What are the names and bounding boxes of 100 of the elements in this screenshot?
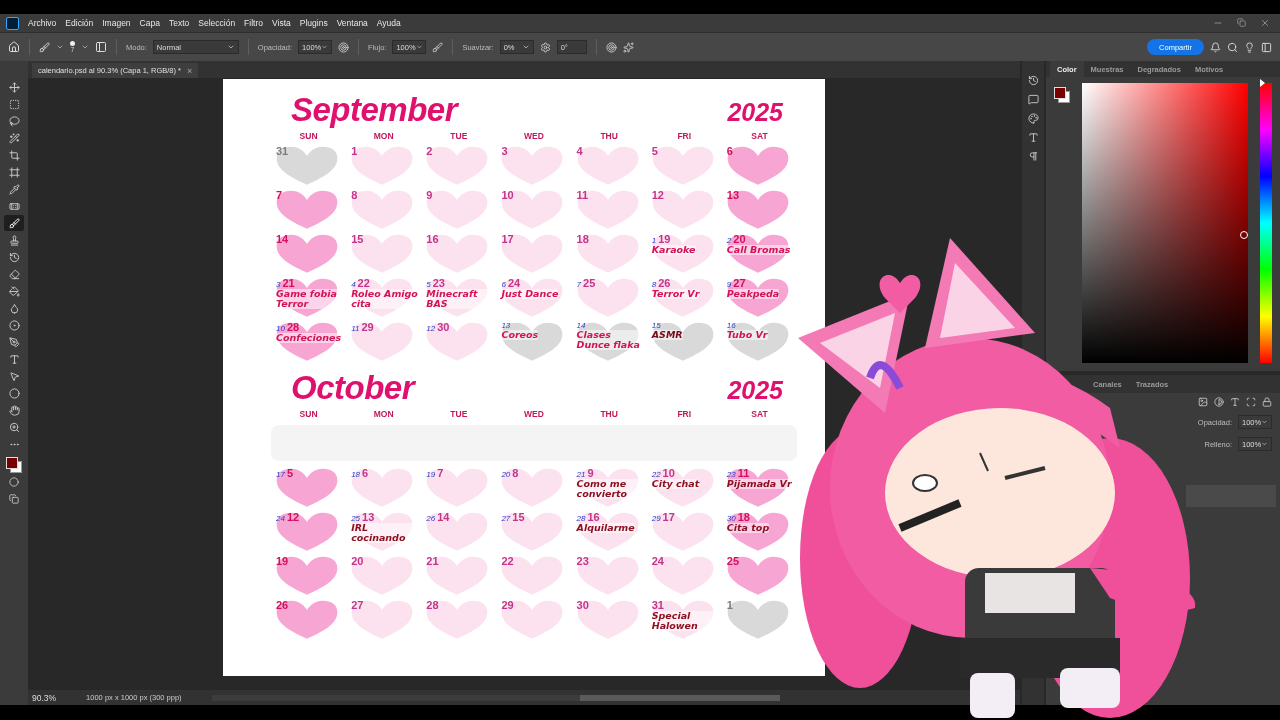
- handwritten-number: 1: [651, 236, 657, 245]
- day-number: 11: [576, 189, 589, 201]
- day-number: 27: [351, 599, 364, 611]
- handwritten-number: 4: [351, 280, 356, 289]
- day-number: 8: [512, 467, 519, 479]
- day-number: 23: [576, 555, 589, 567]
- menu-item[interactable]: Selección: [198, 18, 236, 28]
- weekday-label: SAT: [750, 130, 769, 143]
- type-icon: [8, 353, 20, 365]
- home-icon[interactable]: [8, 41, 20, 53]
- day-number: 19: [658, 233, 671, 245]
- handwritten-number: 29: [651, 514, 661, 523]
- weekday-label: THU: [599, 130, 619, 143]
- handwritten-number: 10: [276, 324, 285, 333]
- handwritten-note: Confeciones: [276, 333, 342, 343]
- handwritten-number: 21: [576, 470, 586, 479]
- handwritten-number: 9: [726, 280, 732, 289]
- shape-filter-icon[interactable]: [1246, 397, 1256, 407]
- handwritten-number: 25: [351, 514, 361, 523]
- day-number: 17: [501, 233, 514, 245]
- handwritten-note: Pijamada Vr: [726, 479, 792, 489]
- heart-drawing: [274, 322, 340, 362]
- handwritten-number: 26: [426, 514, 436, 523]
- brush-tool-button[interactable]: [4, 215, 24, 231]
- adjustment-filter-icon[interactable]: [1214, 397, 1224, 407]
- menu-item[interactable]: Imagen: [102, 18, 131, 28]
- handwritten-number: 8: [651, 280, 657, 289]
- frame-icon: [8, 166, 20, 178]
- close-icon[interactable]: [1260, 18, 1270, 28]
- search-icon[interactable]: [1227, 41, 1238, 53]
- paragraph-panel-icon[interactable]: [1027, 151, 1039, 162]
- day-number: 15: [351, 233, 364, 245]
- handwritten-number: 15: [651, 321, 661, 330]
- swatch-panel-icon[interactable]: [1027, 113, 1039, 124]
- month-title: September: [291, 91, 458, 129]
- bandage-icon: [8, 200, 20, 212]
- handwritten-number: 30: [726, 514, 736, 523]
- hand-icon: [8, 404, 20, 416]
- stacked-squares-icon: [9, 494, 19, 504]
- color-picker-field[interactable]: [1082, 83, 1248, 363]
- handwritten-number: 12: [426, 324, 436, 333]
- day-number: 7: [437, 467, 444, 479]
- handwritten-number: 19: [426, 470, 436, 479]
- handwritten-number: 6: [501, 280, 506, 289]
- day-number: 29: [361, 321, 374, 333]
- chevron-down-icon[interactable]: [56, 43, 64, 51]
- chevron-down-icon[interactable]: [81, 43, 89, 51]
- day-number: 28: [426, 599, 439, 611]
- menu-item[interactable]: Archivo: [28, 18, 57, 28]
- brush-icon[interactable]: [39, 41, 50, 53]
- notifications-icon[interactable]: [1210, 41, 1221, 53]
- day-number: 30: [576, 599, 589, 611]
- day-number: 28: [286, 321, 300, 333]
- airbrush-icon[interactable]: [432, 41, 444, 53]
- day-number: 24: [651, 555, 664, 567]
- lasso-icon: [8, 115, 20, 127]
- day-number: 31: [651, 599, 664, 611]
- menu-item[interactable]: Plugins: [299, 18, 328, 28]
- zoom-level: 90.3%: [32, 692, 57, 703]
- day-number: 8: [351, 189, 358, 201]
- menu-item[interactable]: Capa: [139, 18, 160, 28]
- chevron-down-icon: [415, 43, 423, 51]
- color-swatches[interactable]: [1054, 87, 1070, 103]
- history-panel-icon[interactable]: [1027, 75, 1039, 86]
- lightbulb-icon[interactable]: [1244, 41, 1255, 53]
- app-logo-icon: [6, 16, 19, 30]
- menu-item[interactable]: Filtro: [244, 18, 263, 28]
- workspace-icon[interactable]: [1261, 41, 1272, 53]
- lock-filter-icon[interactable]: [1262, 397, 1272, 407]
- horizontal-scrollbar[interactable]: [211, 694, 780, 701]
- day-number: 21: [426, 555, 439, 567]
- character-panel-icon[interactable]: [1027, 132, 1039, 143]
- menu-item[interactable]: Vista: [272, 18, 291, 28]
- weekday-label: TUE: [449, 130, 469, 143]
- heart-drawing: [274, 190, 340, 230]
- handwritten-number: 16: [726, 321, 736, 330]
- day-number: 15: [512, 511, 525, 523]
- color-swatches[interactable]: [6, 457, 22, 473]
- chevron-down-icon: [1261, 440, 1268, 448]
- day-number: 27: [733, 277, 746, 289]
- handwritten-note: ASMR: [651, 330, 683, 340]
- hue-slider-thumb[interactable]: [1260, 79, 1265, 87]
- weekday-label: SAT: [750, 408, 769, 421]
- circle-icon: [9, 477, 19, 487]
- comments-icon[interactable]: [1027, 94, 1039, 105]
- image-filter-icon[interactable]: [1198, 397, 1208, 407]
- day-number: 25: [583, 277, 596, 289]
- menu-item[interactable]: Ventana: [336, 18, 368, 28]
- menu-item[interactable]: Texto: [168, 18, 190, 28]
- settings-icon[interactable]: [539, 41, 551, 53]
- handwritten-note: Terror Vr: [651, 289, 700, 299]
- menu-item[interactable]: Ayuda: [376, 18, 401, 28]
- day-number: 12: [651, 189, 664, 201]
- weekday-label: MON: [372, 130, 395, 143]
- menu-item[interactable]: Edición: [65, 18, 94, 28]
- type-filter-icon[interactable]: [1230, 397, 1240, 407]
- day-number: 13: [362, 511, 375, 523]
- day-number: 30: [437, 321, 450, 333]
- droplet-icon: [8, 302, 20, 314]
- weekday-label: SUN: [298, 408, 319, 421]
